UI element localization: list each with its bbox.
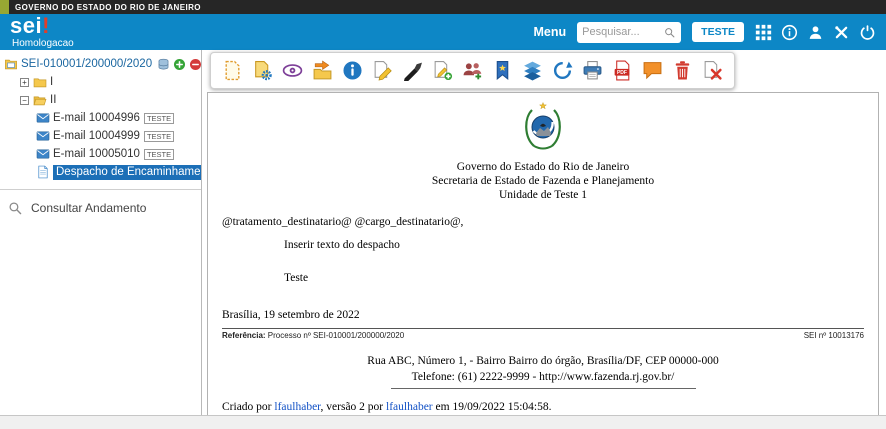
tree-document-email[interactable]: E-mail 10005010 TESTE xyxy=(0,145,201,163)
add-comment-button[interactable] xyxy=(640,58,665,83)
document-versions-button[interactable] xyxy=(520,58,545,83)
document-label[interactable]: E-mail 10004999 xyxy=(53,130,140,142)
document-info-button[interactable] xyxy=(340,58,365,83)
tree-document-selected[interactable]: Despacho de Encaminhamento de xyxy=(0,163,201,181)
body-paragraph: Inserir texto do despacho xyxy=(284,239,400,251)
org-line: Unidade de Teste 1 xyxy=(498,189,588,201)
government-bar-label: GOVERNO DO ESTADO DO RIO DE JANEIRO xyxy=(15,2,201,12)
process-root-row[interactable]: SEI-010001/200000/2020 xyxy=(0,55,201,73)
creator-user-link[interactable]: lfaulhaber xyxy=(386,401,433,413)
version-history-button[interactable] xyxy=(550,58,575,83)
envelope-icon xyxy=(36,111,50,125)
generate-pdf-button[interactable]: PDF xyxy=(610,58,635,83)
search-input[interactable] xyxy=(582,26,665,38)
horizontal-scrollbar[interactable] xyxy=(0,415,886,429)
tree-document-email[interactable]: E-mail 10004996 TESTE xyxy=(0,109,201,127)
tree-folder-collapsed[interactable]: + I xyxy=(0,73,201,91)
document-page-icon xyxy=(36,165,50,179)
environment-label: Homologacao xyxy=(12,38,74,49)
magnifier-icon xyxy=(8,201,22,215)
sei-logo[interactable]: sei! xyxy=(10,15,74,37)
folder-label[interactable]: II xyxy=(50,94,56,106)
government-bar: GOVERNO DO ESTADO DO RIO DE JANEIRO xyxy=(0,0,886,14)
document-permissions-button[interactable] xyxy=(250,58,275,83)
process-icon xyxy=(4,57,18,71)
process-number-link[interactable]: SEI-010001/200000/2020 xyxy=(21,58,152,70)
rio-de-janeiro-coat-of-arms-icon xyxy=(222,93,864,157)
salutation-line: @tratamento_destinatario@ @cargo_destina… xyxy=(222,216,464,228)
view-document-button[interactable] xyxy=(280,58,305,83)
assign-users-button[interactable] xyxy=(460,58,485,83)
unit-selector-button[interactable]: TESTE xyxy=(692,22,744,42)
folder-closed-icon[interactable] xyxy=(33,75,47,89)
expand-toggle-icon[interactable]: + xyxy=(20,77,29,87)
creator-user-link[interactable]: lfaulhaber xyxy=(274,401,320,413)
header-actions: Menu TESTE xyxy=(534,21,876,43)
reference-text: Referência: Processo nº SEI-010001/20000… xyxy=(222,331,404,340)
document-label[interactable]: E-mail 10004996 xyxy=(53,112,140,124)
process-tree-panel: SEI-010001/200000/2020 + I − II E-mail 1… xyxy=(0,50,202,415)
delete-document-button[interactable] xyxy=(670,58,695,83)
collapse-toggle-icon[interactable]: − xyxy=(20,95,29,105)
document-toolbar: PDF xyxy=(210,52,735,89)
sei-number: SEI nº 10013176 xyxy=(803,331,864,340)
government-brand-chip xyxy=(0,0,9,14)
tree-folder-expanded[interactable]: − II xyxy=(0,91,201,109)
about-info-icon[interactable] xyxy=(781,24,798,41)
sei-logo-accent: ! xyxy=(42,13,50,38)
document-label[interactable]: E-mail 10005010 xyxy=(53,148,140,160)
search-icon[interactable] xyxy=(664,27,675,38)
document-preview: Governo do Estado do Rio de Janeiro Secr… xyxy=(207,92,879,418)
envelope-icon xyxy=(36,129,50,143)
footer-address-block: Rua ABC, Número 1, - Bairro Bairro do ór… xyxy=(222,353,864,389)
svg-text:PDF: PDF xyxy=(617,70,627,76)
org-line: Secretaria de Estado de Fazenda e Planej… xyxy=(431,175,655,187)
user-profile-icon[interactable] xyxy=(807,24,824,41)
phone-line: Telefone: (61) 2222-9999 - http://www.fa… xyxy=(411,371,675,383)
creator-suffix: em 19/09/2022 15:04:58. xyxy=(432,401,552,413)
print-document-button[interactable] xyxy=(580,58,605,83)
add-circle-icon[interactable] xyxy=(173,58,186,71)
add-annotation-button[interactable] xyxy=(430,58,455,83)
footer-rule xyxy=(390,388,696,389)
reference-value: Processo nº SEI-010001/200000/2020 xyxy=(265,331,405,340)
envelope-icon xyxy=(36,147,50,161)
edit-content-button[interactable] xyxy=(370,58,395,83)
dateline: Brasília, 19 setembro de 2022 xyxy=(222,309,360,321)
folder-open-icon[interactable] xyxy=(33,93,47,107)
remove-circle-icon[interactable] xyxy=(189,58,201,71)
credentials-stack-icon[interactable] xyxy=(157,58,170,71)
selected-document-label[interactable]: Despacho de Encaminhamento de xyxy=(53,164,201,180)
apps-grid-icon[interactable] xyxy=(755,24,772,41)
document-letterhead: Governo do Estado do Rio de Janeiro Secr… xyxy=(222,160,864,202)
add-bookmark-button[interactable] xyxy=(490,58,515,83)
reference-row: Referência: Processo nº SEI-010001/20000… xyxy=(222,328,864,340)
creator-prefix: Criado por xyxy=(222,401,275,413)
unit-badge: TESTE xyxy=(143,112,175,124)
header-icons xyxy=(755,24,876,41)
creation-info-line: Criado por lfaulhaber, versão 2 por lfau… xyxy=(222,401,864,413)
unit-badge: TESTE xyxy=(143,130,175,142)
consult-progress-label[interactable]: Consultar Andamento xyxy=(31,201,146,215)
tree-document-email[interactable]: E-mail 10004999 TESTE xyxy=(0,127,201,145)
unit-badge: TESTE xyxy=(143,148,175,160)
folder-label[interactable]: I xyxy=(50,76,53,88)
org-line: Governo do Estado do Rio de Janeiro xyxy=(456,161,630,173)
app-header: sei! Homologacao Menu TESTE xyxy=(0,14,886,50)
consult-progress-link[interactable]: Consultar Andamento xyxy=(0,190,201,215)
reference-label: Referência: xyxy=(222,331,266,340)
global-search[interactable] xyxy=(577,21,682,43)
system-tools-icon[interactable] xyxy=(833,24,850,41)
move-document-button[interactable] xyxy=(310,58,335,83)
logout-power-icon[interactable] xyxy=(859,24,876,41)
creator-middle: , versão 2 por xyxy=(320,401,387,413)
body-paragraph: Teste xyxy=(284,272,309,284)
sei-logo-block[interactable]: sei! Homologacao xyxy=(10,15,74,49)
cancel-document-button[interactable] xyxy=(700,58,725,83)
include-document-button[interactable] xyxy=(220,58,245,83)
menu-button[interactable]: Menu xyxy=(534,25,567,39)
address-line: Rua ABC, Número 1, - Bairro Bairro do ór… xyxy=(367,355,719,367)
sign-document-button[interactable] xyxy=(400,58,425,83)
